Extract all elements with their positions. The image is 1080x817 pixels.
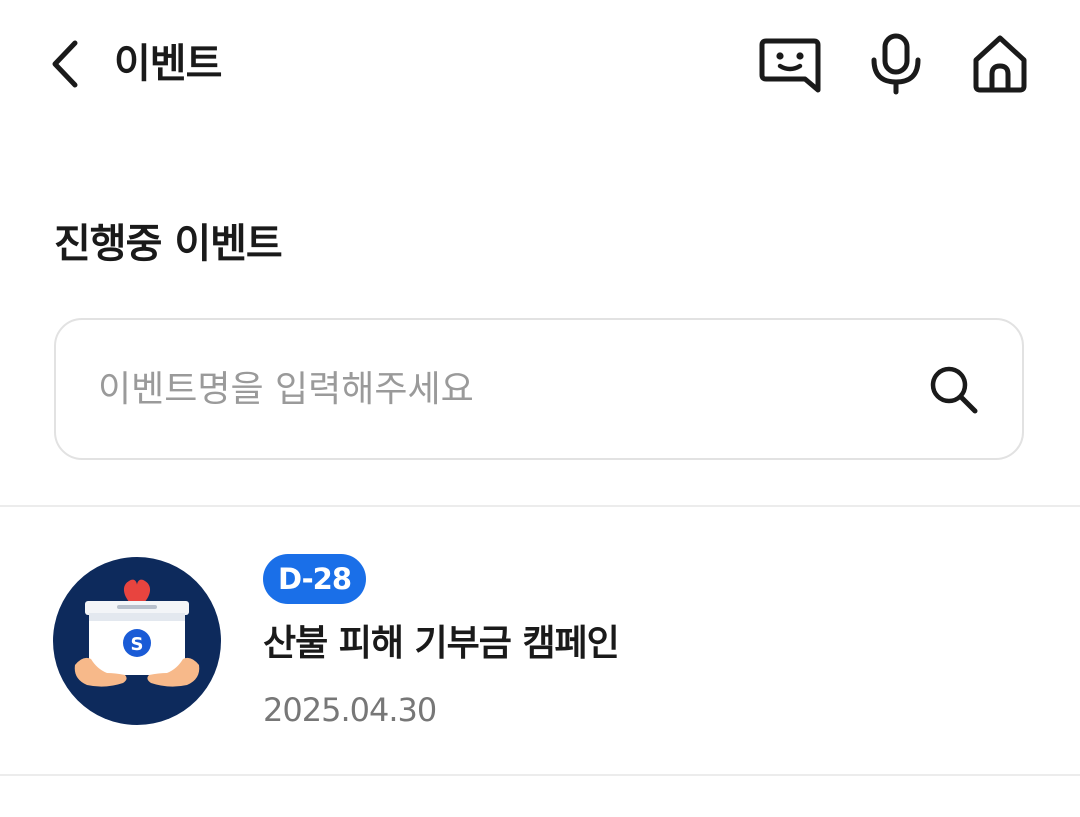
search-button[interactable] — [924, 360, 984, 420]
search-input[interactable] — [98, 356, 898, 422]
dday-badge: D-28 — [263, 554, 367, 604]
event-thumbnail: S — [53, 557, 221, 725]
back-button[interactable] — [40, 32, 92, 96]
back-arrow-icon — [52, 40, 78, 88]
search-icon — [930, 366, 978, 414]
event-date: 2025.04.30 — [263, 691, 437, 729]
svg-text:S: S — [131, 634, 144, 655]
voice-search-button[interactable] — [864, 32, 928, 96]
event-list-item[interactable]: S D-28 산불 피해 기부금 캠페인 2025.04.30 — [0, 508, 1080, 774]
section-title: 진행중 이벤트 — [54, 221, 283, 267]
list-divider — [0, 774, 1080, 776]
microphone-icon — [871, 33, 921, 95]
home-button[interactable] — [968, 32, 1032, 96]
page-title: 이벤트 — [114, 41, 222, 87]
section-divider — [0, 505, 1080, 507]
chatbot-button[interactable] — [758, 32, 822, 96]
app-header: 이벤트 — [0, 0, 1080, 130]
home-icon — [973, 35, 1027, 93]
chatbot-icon — [759, 38, 821, 93]
event-title: 산불 피해 기부금 캠페인 — [263, 623, 620, 664]
search-box — [54, 318, 1024, 460]
